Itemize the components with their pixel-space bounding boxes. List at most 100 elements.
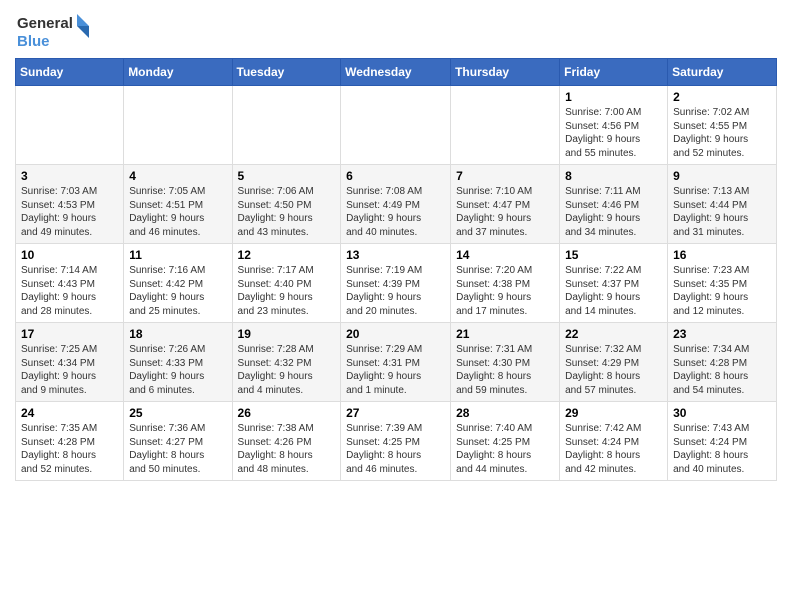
day-info: Sunrise: 7:10 AMSunset: 4:47 PMDaylight:…: [456, 185, 554, 239]
header: GeneralBlue: [15, 10, 777, 50]
day-info: Sunrise: 7:17 AMSunset: 4:40 PMDaylight:…: [238, 264, 336, 318]
day-cell: 19Sunrise: 7:28 AMSunset: 4:32 PMDayligh…: [232, 323, 341, 402]
day-number: 28: [456, 406, 554, 420]
day-number: 17: [21, 327, 118, 341]
day-cell: [451, 86, 560, 165]
day-number: 21: [456, 327, 554, 341]
day-info: Sunrise: 7:35 AMSunset: 4:28 PMDaylight:…: [21, 422, 118, 476]
day-info: Sunrise: 7:28 AMSunset: 4:32 PMDaylight:…: [238, 343, 336, 397]
day-number: 25: [129, 406, 226, 420]
weekday-sunday: Sunday: [16, 59, 124, 86]
day-cell: 16 Sunrise: 7:23 AMSunset: 4:35 PMDayligh…: [668, 244, 777, 323]
logo: GeneralBlue: [15, 10, 99, 50]
day-info: Sunrise: 7:36 AMSunset: 4:27 PMDaylight:…: [129, 422, 226, 476]
day-info: Sunrise: 7:22 AMSunset: 4:37 PMDaylight:…: [565, 264, 662, 318]
week-row-4: 17 Sunrise: 7:25 AMSunset: 4:34 PMDayligh…: [16, 323, 777, 402]
day-number: 18: [129, 327, 226, 341]
day-number: 2: [673, 90, 771, 104]
day-cell: 12 Sunrise: 7:17 AMSunset: 4:40 PMDayligh…: [232, 244, 341, 323]
weekday-tuesday: Tuesday: [232, 59, 341, 86]
day-number: 24: [21, 406, 118, 420]
logo-icon: GeneralBlue: [15, 10, 95, 50]
day-cell: 15 Sunrise: 7:22 AMSunset: 4:37 PMDayligh…: [560, 244, 668, 323]
day-info: Sunrise: 7:38 AMSunset: 4:26 PMDaylight:…: [238, 422, 336, 476]
day-number: 11: [129, 248, 226, 262]
day-cell: 20 Sunrise: 7:29 AMSunset: 4:31 PMDayligh…: [341, 323, 451, 402]
day-number: 1: [565, 90, 662, 104]
day-number: 12: [238, 248, 336, 262]
day-cell: 9 Sunrise: 7:13 AMSunset: 4:44 PMDaylight…: [668, 165, 777, 244]
svg-text:General: General: [17, 15, 73, 32]
day-number: 26: [238, 406, 336, 420]
day-number: 4: [129, 169, 226, 183]
day-cell: 30Sunrise: 7:43 AMSunset: 4:24 PMDayligh…: [668, 402, 777, 481]
day-info: Sunrise: 7:31 AMSunset: 4:30 PMDaylight:…: [456, 343, 554, 397]
svg-text:Blue: Blue: [17, 33, 50, 50]
day-number: 7: [456, 169, 554, 183]
day-number: 29: [565, 406, 662, 420]
day-info: Sunrise: 7:06 AMSunset: 4:50 PMDaylight:…: [238, 185, 336, 239]
day-cell: 5 Sunrise: 7:06 AMSunset: 4:50 PMDaylight…: [232, 165, 341, 244]
day-info: Sunrise: 7:26 AMSunset: 4:33 PMDaylight:…: [129, 343, 226, 397]
page: GeneralBlue SundayMondayTuesdayWednesday…: [0, 0, 792, 612]
weekday-monday: Monday: [124, 59, 232, 86]
day-number: 27: [346, 406, 445, 420]
day-info: Sunrise: 7:23 AMSunset: 4:35 PMDaylight:…: [673, 264, 771, 318]
day-cell: 11 Sunrise: 7:16 AMSunset: 4:42 PMDayligh…: [124, 244, 232, 323]
week-row-5: 24 Sunrise: 7:35 AMSunset: 4:28 PMDayligh…: [16, 402, 777, 481]
day-number: 14: [456, 248, 554, 262]
day-info: Sunrise: 7:16 AMSunset: 4:42 PMDaylight:…: [129, 264, 226, 318]
day-info: Sunrise: 7:08 AMSunset: 4:49 PMDaylight:…: [346, 185, 445, 239]
day-cell: 1 Sunrise: 7:00 AMSunset: 4:56 PMDaylight…: [560, 86, 668, 165]
week-row-3: 10Sunrise: 7:14 AMSunset: 4:43 PMDayligh…: [16, 244, 777, 323]
day-number: 13: [346, 248, 445, 262]
day-cell: 27Sunrise: 7:39 AMSunset: 4:25 PMDayligh…: [341, 402, 451, 481]
weekday-thursday: Thursday: [451, 59, 560, 86]
day-number: 16: [673, 248, 771, 262]
day-cell: 22 Sunrise: 7:32 AMSunset: 4:29 PMDayligh…: [560, 323, 668, 402]
day-number: 5: [238, 169, 336, 183]
day-cell: 4Sunrise: 7:05 AMSunset: 4:51 PMDaylight…: [124, 165, 232, 244]
day-info: Sunrise: 7:19 AMSunset: 4:39 PMDaylight:…: [346, 264, 445, 318]
calendar: SundayMondayTuesdayWednesdayThursdayFrid…: [15, 58, 777, 481]
day-info: Sunrise: 7:42 AMSunset: 4:24 PMDaylight:…: [565, 422, 662, 476]
day-number: 9: [673, 169, 771, 183]
day-info: Sunrise: 7:29 AMSunset: 4:31 PMDaylight:…: [346, 343, 445, 397]
day-cell: 6 Sunrise: 7:08 AMSunset: 4:49 PMDaylight…: [341, 165, 451, 244]
day-cell: 10Sunrise: 7:14 AMSunset: 4:43 PMDayligh…: [16, 244, 124, 323]
day-info: Sunrise: 7:03 AMSunset: 4:53 PMDaylight:…: [21, 185, 118, 239]
day-cell: 21 Sunrise: 7:31 AMSunset: 4:30 PMDayligh…: [451, 323, 560, 402]
day-info: Sunrise: 7:20 AMSunset: 4:38 PMDaylight:…: [456, 264, 554, 318]
day-number: 20: [346, 327, 445, 341]
day-cell: 28Sunrise: 7:40 AMSunset: 4:25 PMDayligh…: [451, 402, 560, 481]
day-info: Sunrise: 7:00 AMSunset: 4:56 PMDaylight:…: [565, 106, 662, 160]
day-info: Sunrise: 7:25 AMSunset: 4:34 PMDaylight:…: [21, 343, 118, 397]
weekday-wednesday: Wednesday: [341, 59, 451, 86]
week-row-1: 1 Sunrise: 7:00 AMSunset: 4:56 PMDaylight…: [16, 86, 777, 165]
week-row-2: 3Sunrise: 7:03 AMSunset: 4:53 PMDaylight…: [16, 165, 777, 244]
day-cell: [341, 86, 451, 165]
weekday-saturday: Saturday: [668, 59, 777, 86]
day-number: 6: [346, 169, 445, 183]
day-cell: [232, 86, 341, 165]
day-info: Sunrise: 7:11 AMSunset: 4:46 PMDaylight:…: [565, 185, 662, 239]
day-number: 10: [21, 248, 118, 262]
day-cell: 2 Sunrise: 7:02 AMSunset: 4:55 PMDaylight…: [668, 86, 777, 165]
day-number: 15: [565, 248, 662, 262]
day-cell: [16, 86, 124, 165]
day-cell: 18 Sunrise: 7:26 AMSunset: 4:33 PMDayligh…: [124, 323, 232, 402]
day-cell: [124, 86, 232, 165]
day-cell: 7 Sunrise: 7:10 AMSunset: 4:47 PMDaylight…: [451, 165, 560, 244]
day-number: 8: [565, 169, 662, 183]
day-cell: 8 Sunrise: 7:11 AMSunset: 4:46 PMDaylight…: [560, 165, 668, 244]
day-cell: 17 Sunrise: 7:25 AMSunset: 4:34 PMDayligh…: [16, 323, 124, 402]
day-info: Sunrise: 7:13 AMSunset: 4:44 PMDaylight:…: [673, 185, 771, 239]
day-info: Sunrise: 7:32 AMSunset: 4:29 PMDaylight:…: [565, 343, 662, 397]
day-number: 22: [565, 327, 662, 341]
weekday-header-row: SundayMondayTuesdayWednesdayThursdayFrid…: [16, 59, 777, 86]
weekday-friday: Friday: [560, 59, 668, 86]
day-cell: 23Sunrise: 7:34 AMSunset: 4:28 PMDayligh…: [668, 323, 777, 402]
day-cell: 26 Sunrise: 7:38 AMSunset: 4:26 PMDayligh…: [232, 402, 341, 481]
day-cell: 14 Sunrise: 7:20 AMSunset: 4:38 PMDayligh…: [451, 244, 560, 323]
day-info: Sunrise: 7:02 AMSunset: 4:55 PMDaylight:…: [673, 106, 771, 160]
